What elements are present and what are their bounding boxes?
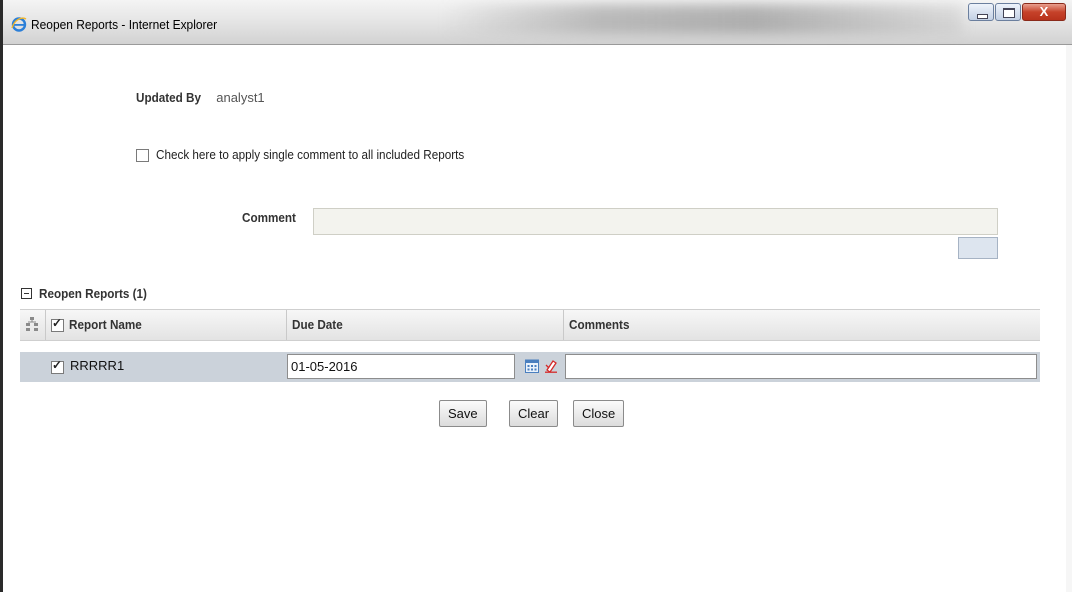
comment-action-button[interactable] [958, 237, 998, 259]
column-header-report-name[interactable]: Report Name [69, 310, 150, 340]
minimize-icon [977, 14, 988, 19]
maximize-button[interactable] [995, 3, 1021, 21]
title-bar-decoration [443, 4, 963, 34]
tree-icon[interactable] [26, 317, 38, 331]
caption-buttons: X [967, 3, 1066, 21]
select-all-checkbox[interactable] [51, 316, 64, 332]
clear-date-icon[interactable] [544, 359, 558, 373]
section-title: Reopen Reports (1) [39, 286, 147, 301]
single-comment-option: Check here to apply single comment to al… [136, 147, 464, 165]
section-header: Reopen Reports (1) [21, 286, 159, 301]
calendar-icon[interactable] [525, 359, 539, 373]
scrollbar[interactable] [1066, 45, 1072, 592]
due-date-input[interactable]: 01-05-2016 [287, 354, 515, 379]
comment-label: Comment [242, 210, 296, 225]
minimize-button[interactable] [968, 3, 994, 21]
ie-window: Reopen Reports - Internet Explorer X Upd… [0, 0, 1072, 592]
header-separator [286, 310, 287, 340]
title-bar[interactable]: Reopen Reports - Internet Explorer X [3, 0, 1072, 45]
close-button[interactable]: X [1022, 3, 1066, 21]
close-button-footer[interactable]: Close [573, 400, 625, 427]
header-separator [563, 310, 564, 340]
grid-header: Report Name Due Date Comments [20, 309, 1040, 341]
table-row[interactable]: RRRRR1 01-05-2016 [20, 352, 1040, 382]
window-title: Reopen Reports - Internet Explorer [31, 17, 218, 32]
maximize-icon [1003, 8, 1015, 18]
save-button[interactable]: Save [439, 400, 487, 427]
collapse-icon[interactable] [21, 288, 32, 299]
row-checkbox[interactable] [51, 358, 64, 374]
updated-by-value: analyst1 [216, 90, 265, 105]
close-icon: X [1039, 4, 1049, 19]
comment-field[interactable] [313, 208, 998, 235]
single-comment-label: Check here to apply single comment to al… [156, 147, 465, 162]
single-comment-checkbox[interactable] [136, 149, 149, 163]
clear-button[interactable]: Clear [509, 400, 559, 427]
header-separator [45, 310, 46, 340]
updated-by-row: Updated By analyst1 [136, 90, 265, 105]
column-header-comments[interactable]: Comments [569, 310, 636, 340]
comments-input[interactable] [565, 354, 1037, 379]
report-name-cell: RRRRR1 [70, 358, 125, 373]
ie-icon [11, 17, 27, 32]
updated-by-label: Updated By [136, 90, 202, 105]
column-header-due-date[interactable]: Due Date [292, 310, 348, 340]
